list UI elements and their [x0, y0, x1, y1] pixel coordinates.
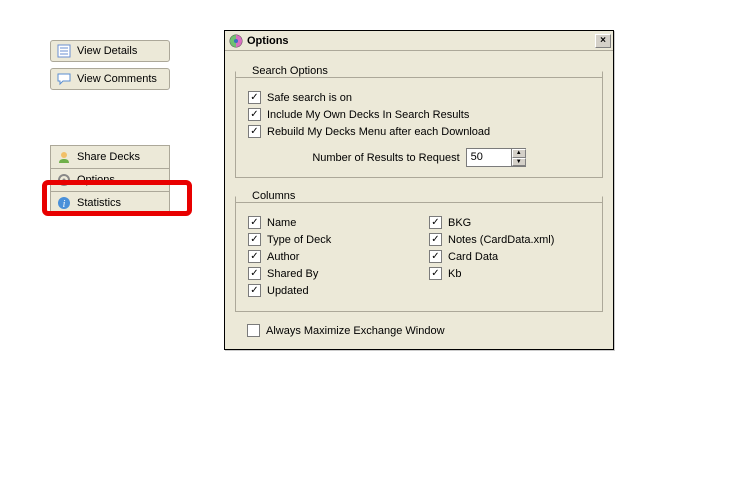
always-maximize-label: Always Maximize Exchange Window [266, 325, 445, 337]
rebuild-menu-label: Rebuild My Decks Menu after each Downloa… [267, 126, 490, 138]
dialog-title: Options [247, 35, 595, 47]
columns-group: Columns ✓ Name ✓ Type of Deck ✓ Author ✓ Sha… [235, 190, 603, 312]
columns-legend: Columns [248, 190, 299, 202]
share-decks-button[interactable]: Share Decks [50, 145, 170, 169]
rebuild-menu-checkbox[interactable]: ✓ [248, 125, 261, 138]
options-button[interactable]: Options [50, 168, 170, 192]
always-maximize-checkbox[interactable] [247, 324, 260, 337]
svg-text:i: i [63, 199, 66, 210]
options-label: Options [77, 174, 115, 186]
sidebar-group: Share Decks Options i Statistics [50, 145, 170, 215]
col-name-label: Name [267, 217, 296, 229]
col-name-checkbox[interactable]: ✓ [248, 216, 261, 229]
options-dialog: Options × Search Options ✓ Safe search i… [224, 30, 614, 350]
sidebar: View Details View Comments Share Decks O… [50, 40, 170, 215]
col-updated-label: Updated [267, 285, 309, 297]
num-results-value: 50 [467, 149, 511, 166]
share-decks-label: Share Decks [77, 151, 140, 163]
num-results-input[interactable]: 50 ▲ ▼ [466, 148, 526, 167]
include-own-checkbox[interactable]: ✓ [248, 108, 261, 121]
close-icon: × [600, 35, 606, 46]
col-sharedby-label: Shared By [267, 268, 318, 280]
col-bkg-checkbox[interactable]: ✓ [429, 216, 442, 229]
search-options-group: Search Options ✓ Safe search is on ✓ Inc… [235, 65, 603, 178]
col-bkg-label: BKG [448, 217, 471, 229]
info-icon: i [57, 196, 71, 210]
col-kb-label: Kb [448, 268, 461, 280]
gear-icon [57, 173, 71, 187]
col-author-checkbox[interactable]: ✓ [248, 250, 261, 263]
search-options-legend: Search Options [248, 65, 332, 77]
num-results-spinner: ▲ ▼ [511, 149, 526, 166]
close-button[interactable]: × [595, 34, 611, 48]
statistics-label: Statistics [77, 197, 121, 209]
view-comments-label: View Comments [77, 73, 157, 85]
num-results-label: Number of Results to Request [312, 152, 459, 164]
col-sharedby-checkbox[interactable]: ✓ [248, 267, 261, 280]
safe-search-label: Safe search is on [267, 92, 352, 104]
app-icon [229, 34, 243, 48]
titlebar: Options × [225, 31, 613, 51]
col-notes-checkbox[interactable]: ✓ [429, 233, 442, 246]
view-details-button[interactable]: View Details [50, 40, 170, 62]
safe-search-checkbox[interactable]: ✓ [248, 91, 261, 104]
details-icon [57, 44, 71, 58]
comment-icon [57, 72, 71, 86]
dialog-body: Search Options ✓ Safe search is on ✓ Inc… [225, 51, 613, 349]
col-kb-checkbox[interactable]: ✓ [429, 267, 442, 280]
col-type-label: Type of Deck [267, 234, 331, 246]
col-notes-label: Notes (CardData.xml) [448, 234, 554, 246]
col-author-label: Author [267, 251, 299, 263]
include-own-label: Include My Own Decks In Search Results [267, 109, 469, 121]
col-type-checkbox[interactable]: ✓ [248, 233, 261, 246]
col-carddata-checkbox[interactable]: ✓ [429, 250, 442, 263]
col-updated-checkbox[interactable]: ✓ [248, 284, 261, 297]
statistics-button[interactable]: i Statistics [50, 191, 170, 215]
share-icon [57, 150, 71, 164]
spin-down-button[interactable]: ▼ [512, 158, 526, 167]
col-carddata-label: Card Data [448, 251, 498, 263]
spin-up-button[interactable]: ▲ [512, 149, 526, 158]
view-details-label: View Details [77, 45, 137, 57]
view-comments-button[interactable]: View Comments [50, 68, 170, 90]
